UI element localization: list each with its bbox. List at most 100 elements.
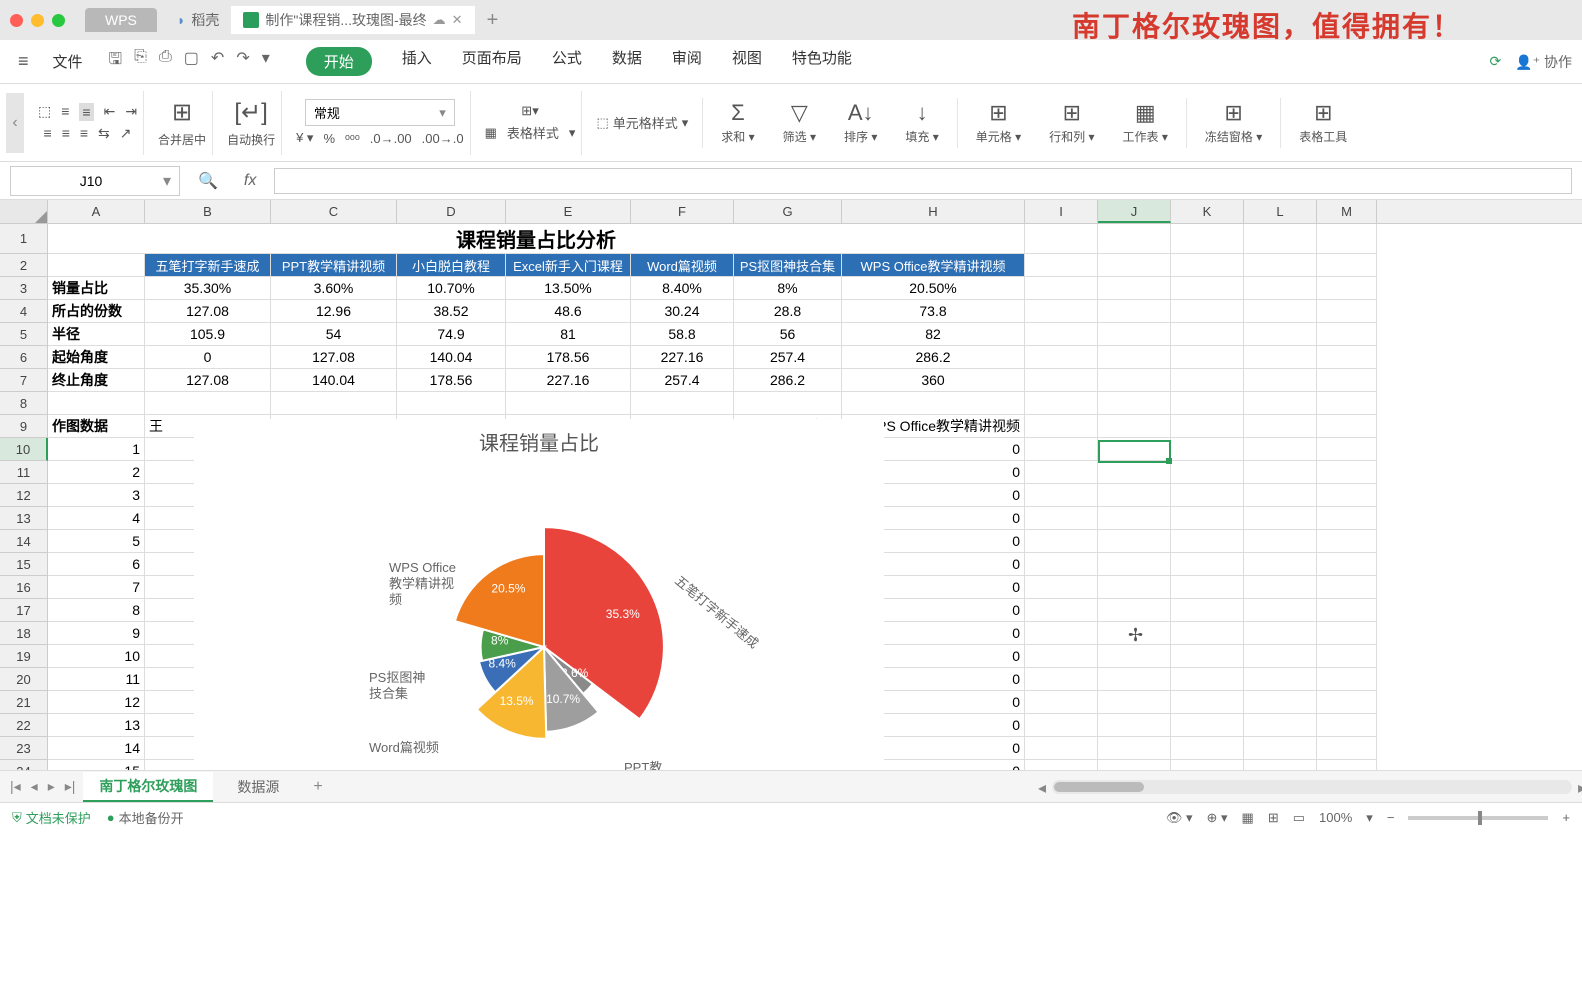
col-D[interactable]: D: [397, 200, 506, 223]
file-menu[interactable]: 文件: [43, 51, 93, 72]
zoom-level[interactable]: 100%: [1319, 810, 1352, 825]
zoom-in-icon[interactable]: +: [1562, 810, 1570, 825]
doc-protect-status[interactable]: ⛨ 文档未保护: [12, 808, 91, 827]
rose-chart[interactable]: 课程销量占比 35.3%3.6%10.7%13.5%8.4%8%20.5%WPS…: [194, 419, 884, 770]
ribbon-collapse[interactable]: ‹: [6, 93, 24, 153]
save-icon[interactable]: 🖫: [109, 48, 123, 75]
align-left-icon[interactable]: ≡: [44, 125, 52, 142]
col-C[interactable]: C: [271, 200, 397, 223]
tab-layout[interactable]: 页面布局: [462, 47, 522, 76]
name-box-input[interactable]: [19, 171, 163, 191]
wps-home-tab[interactable]: WPS: [85, 8, 157, 32]
preview-icon[interactable]: ▢: [184, 48, 199, 75]
col-J[interactable]: J: [1098, 200, 1171, 223]
col-F[interactable]: F: [631, 200, 734, 223]
formula-input[interactable]: [274, 168, 1572, 194]
maximize-window[interactable]: [52, 14, 65, 27]
dec-inc-icon[interactable]: .0→.00: [370, 131, 412, 146]
sheet-first-icon[interactable]: |◂: [10, 778, 21, 795]
undo-icon[interactable]: ↶: [211, 48, 224, 75]
number-format-dd[interactable]: 常规▾: [305, 99, 455, 126]
dec-dec-icon[interactable]: .00→.0: [422, 131, 464, 146]
tab-insert[interactable]: 插入: [402, 47, 432, 76]
grid[interactable]: A B C D E F G H I J K L M 12345678910111…: [0, 200, 1582, 770]
minimize-window[interactable]: [31, 14, 44, 27]
cells-area[interactable]: 课程销量占比分析五笔打字新手速成PPT教学精讲视频小白脱白教程Excel新手入门…: [48, 224, 1582, 770]
percent-icon[interactable]: %: [323, 131, 335, 146]
tools-button[interactable]: ⊞表格工具: [1289, 100, 1357, 145]
orient-icon[interactable]: ↗: [120, 125, 132, 142]
fx-icon[interactable]: fx: [236, 172, 264, 190]
view-read-icon[interactable]: ▭: [1293, 810, 1305, 826]
collab-button[interactable]: 👤⁺ 协作: [1515, 52, 1572, 72]
align-top-icon[interactable]: ⬚: [38, 103, 51, 121]
hscroll-thumb[interactable]: [1054, 782, 1144, 792]
col-B[interactable]: B: [145, 200, 271, 223]
rowcol-button[interactable]: ⊞行和列 ▾: [1039, 100, 1104, 145]
currency-icon[interactable]: ¥ ▾: [296, 130, 313, 146]
zoom-slider[interactable]: [1408, 816, 1548, 820]
view-normal-icon[interactable]: ▦: [1242, 810, 1254, 826]
sort-button[interactable]: A↓排序 ▾: [834, 100, 887, 145]
col-G[interactable]: G: [734, 200, 842, 223]
col-I[interactable]: I: [1025, 200, 1098, 223]
indent-dec-icon[interactable]: ⇤: [104, 103, 116, 121]
cellstyle-icon[interactable]: ⬚: [596, 115, 608, 131]
tab-view[interactable]: 视图: [732, 47, 762, 76]
cell-style-dd[interactable]: ⊞▾: [521, 103, 538, 119]
view-page-icon[interactable]: ⊞: [1268, 810, 1279, 826]
col-H[interactable]: H: [842, 200, 1025, 223]
align-right-icon[interactable]: ≡: [80, 125, 88, 142]
horizontal-scrollbar[interactable]: ◂ ▸: [1052, 780, 1572, 794]
qa-dropdown-icon[interactable]: ▾: [262, 48, 270, 75]
col-K[interactable]: K: [1171, 200, 1244, 223]
rtl-icon[interactable]: ⇆: [98, 125, 110, 142]
sum-button[interactable]: Σ求和 ▾: [711, 100, 764, 145]
align-bot-icon[interactable]: ≡: [79, 103, 93, 121]
add-sheet-button[interactable]: +: [303, 778, 332, 796]
merge-icon[interactable]: ⊞: [172, 98, 192, 127]
align-mid-icon[interactable]: ≡: [61, 103, 69, 121]
name-box[interactable]: ▾: [10, 166, 180, 196]
sheet-next-icon[interactable]: ▸: [48, 778, 55, 795]
sheet-last-icon[interactable]: ▸|: [65, 778, 76, 795]
cloud-sync-icon[interactable]: ⟳: [1490, 53, 1502, 70]
tab-data[interactable]: 数据: [612, 47, 642, 76]
zoom-out-icon[interactable]: −: [1387, 810, 1395, 825]
col-A[interactable]: A: [48, 200, 145, 223]
sheet-button[interactable]: ▦工作表 ▾: [1113, 100, 1178, 145]
print-icon[interactable]: ⎙: [159, 48, 172, 75]
freeze-button[interactable]: ⊞冻结窗格 ▾: [1195, 100, 1272, 145]
sheet-tab-rose[interactable]: 南丁格尔玫瑰图: [83, 772, 213, 802]
align-center-icon[interactable]: ≡: [62, 125, 70, 142]
cell-button[interactable]: ⊞单元格 ▾: [966, 100, 1031, 145]
tab-start[interactable]: 开始: [306, 47, 372, 76]
hamburger-icon[interactable]: ≡: [10, 51, 37, 72]
sheet-prev-icon[interactable]: ◂: [31, 778, 38, 795]
tab-special[interactable]: 特色功能: [792, 47, 852, 76]
select-all-corner[interactable]: [0, 200, 48, 223]
close-tab-icon[interactable]: ✕: [452, 12, 463, 28]
redo-icon[interactable]: ↷: [236, 48, 249, 75]
sheet-tab-source[interactable]: 数据源: [221, 773, 295, 801]
indent-inc-icon[interactable]: ⇥: [125, 103, 137, 121]
view-center-icon[interactable]: ⊕ ▾: [1207, 810, 1228, 826]
comma-icon[interactable]: ᵒᵒᵒ: [345, 131, 360, 146]
zoom-fx-icon[interactable]: 🔍: [190, 171, 226, 191]
save-as-icon[interactable]: ⎘: [134, 48, 147, 75]
view-eye-icon[interactable]: 👁 ▾: [1166, 810, 1193, 826]
document-tab[interactable]: 制作"课程销...玫瑰图-最终 ☁ ✕: [231, 6, 474, 34]
close-window[interactable]: [10, 14, 23, 27]
new-tab-button[interactable]: +: [475, 9, 511, 32]
docke-tab[interactable]: ◗稻壳: [165, 6, 231, 34]
tab-review[interactable]: 审阅: [672, 47, 702, 76]
filter-button[interactable]: ▽筛选 ▾: [773, 100, 826, 145]
namebox-dd-icon[interactable]: ▾: [163, 171, 171, 191]
backup-status[interactable]: ● 本地备份开: [107, 808, 184, 827]
col-L[interactable]: L: [1244, 200, 1317, 223]
wrap-icon[interactable]: [↵]: [234, 98, 267, 127]
fill-button[interactable]: ↓填充 ▾: [895, 100, 948, 145]
col-M[interactable]: M: [1317, 200, 1377, 223]
table-style-dd[interactable]: ▦表格样式▾: [485, 123, 576, 142]
tab-formula[interactable]: 公式: [552, 47, 582, 76]
